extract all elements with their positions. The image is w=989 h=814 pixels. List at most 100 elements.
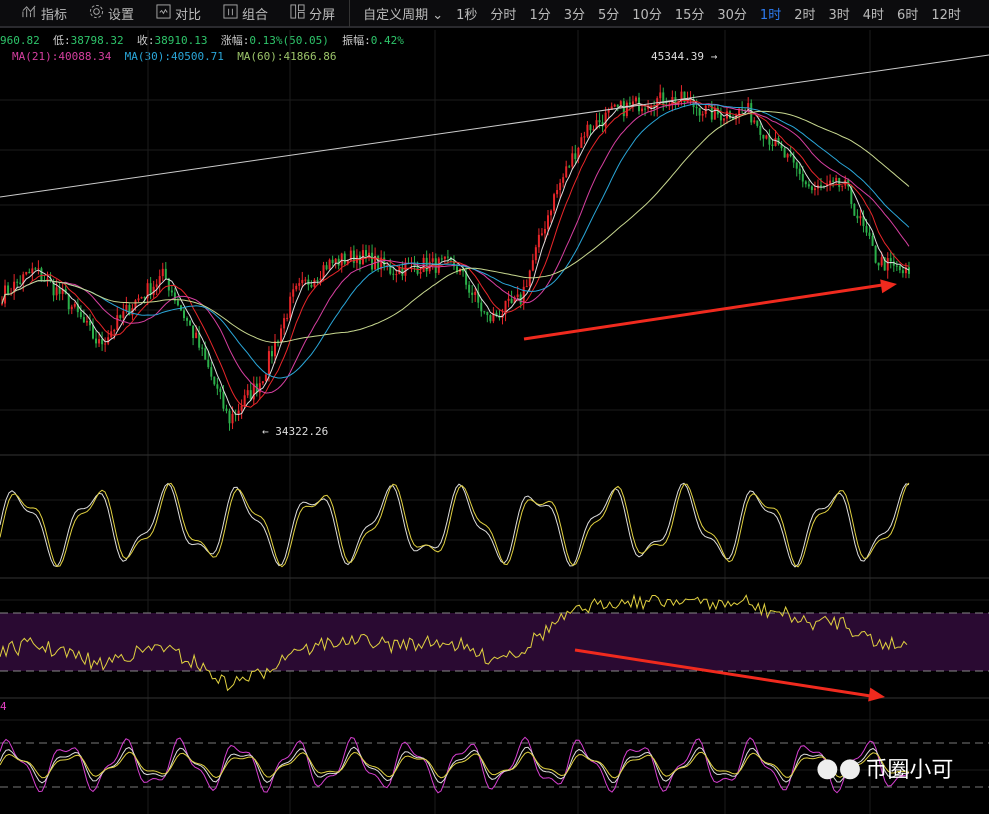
candle-body — [510, 298, 513, 304]
candle-body — [176, 300, 179, 306]
candle-body — [474, 291, 477, 295]
candle-body — [820, 185, 822, 187]
candle-body — [237, 410, 240, 415]
candle-body — [267, 351, 270, 375]
candle-body — [489, 315, 492, 322]
candle-body — [195, 332, 198, 339]
candle-body — [55, 287, 58, 296]
candle-body — [580, 137, 583, 148]
candle-body — [628, 102, 631, 105]
candle-body — [31, 268, 34, 274]
candle-body — [841, 185, 844, 187]
candle-body — [140, 297, 143, 299]
candle-body — [240, 405, 243, 411]
candle-body — [104, 343, 107, 345]
chart-canvas[interactable] — [0, 0, 989, 814]
candle-body — [186, 318, 189, 321]
candle-body — [801, 173, 804, 182]
candle-body — [113, 329, 116, 332]
candle-body — [404, 263, 407, 276]
candle-body — [158, 276, 161, 285]
candle-body — [40, 268, 43, 281]
candle-body — [401, 267, 404, 276]
candle-body — [137, 298, 140, 301]
candle-body — [446, 256, 449, 258]
candle-body — [798, 168, 801, 174]
candle-body — [79, 312, 82, 318]
candle-body — [868, 232, 871, 236]
candle-body — [901, 270, 904, 274]
candle-body — [644, 108, 647, 110]
overbought-band — [0, 613, 989, 671]
candle-body — [638, 97, 640, 112]
candle-body — [871, 235, 874, 246]
candle-body — [562, 177, 565, 183]
candle-body — [568, 166, 571, 168]
candle-body — [625, 102, 628, 117]
divergence-arrow-rsi-head — [868, 687, 885, 702]
candle-body — [713, 107, 716, 120]
candle-body — [853, 203, 856, 216]
candle-body — [719, 114, 722, 121]
candle-body — [246, 390, 249, 396]
stoch-d — [0, 482, 910, 568]
candle-body — [322, 265, 325, 279]
candle-body — [431, 258, 434, 262]
candle-body — [383, 257, 386, 266]
candle-body — [804, 181, 807, 185]
candle-body — [298, 283, 301, 286]
candle-body — [537, 234, 540, 248]
candle-body — [292, 289, 295, 297]
candle-body — [641, 108, 644, 112]
candle-body — [37, 268, 40, 270]
candle-body — [371, 252, 374, 270]
candle-body — [98, 339, 101, 344]
candle-body — [95, 338, 98, 344]
candle-body — [340, 253, 343, 266]
candle-body — [1, 303, 3, 305]
candle-body — [553, 194, 556, 211]
candle-body — [471, 292, 474, 295]
candle-body — [753, 120, 756, 123]
watermark: ●● 币圈小可 — [816, 752, 953, 784]
candle-body — [101, 339, 104, 345]
candle-body — [189, 320, 192, 326]
candle-body — [28, 271, 31, 274]
candle-body — [264, 374, 267, 382]
candle-body — [219, 388, 222, 392]
candle-body — [289, 296, 292, 318]
candle-body — [283, 318, 286, 329]
candle-body — [119, 315, 122, 318]
candle-body — [659, 92, 662, 99]
candle-body — [319, 278, 322, 281]
candle-body — [765, 135, 768, 139]
candle-body — [425, 257, 428, 272]
candle-body — [70, 306, 73, 310]
candle-body — [243, 395, 246, 406]
candle-body — [395, 274, 398, 276]
candle-body — [865, 226, 868, 233]
candle-body — [807, 184, 810, 187]
candle-body — [274, 341, 276, 357]
candle-body — [571, 153, 574, 167]
candle-body — [886, 258, 889, 271]
divergence-arrow-price — [523, 282, 890, 341]
candle-body — [228, 410, 231, 424]
indicator-label: 4 — [0, 700, 7, 713]
candle-body — [480, 302, 483, 312]
candle-body — [483, 311, 486, 313]
wechat-icon: ●● — [816, 753, 862, 783]
candle-body — [316, 279, 319, 281]
candle-body — [565, 166, 568, 178]
candle-body — [225, 408, 228, 411]
candle-body — [286, 317, 289, 319]
candle-body — [695, 107, 698, 109]
candle-body — [207, 359, 210, 368]
candle-body — [574, 153, 577, 160]
candle-body — [486, 311, 489, 316]
divergence-arrow-price-head — [880, 279, 897, 294]
candle-body — [170, 290, 173, 293]
candle-body — [813, 188, 816, 191]
candle-body — [774, 137, 777, 146]
candle-body — [543, 229, 546, 234]
